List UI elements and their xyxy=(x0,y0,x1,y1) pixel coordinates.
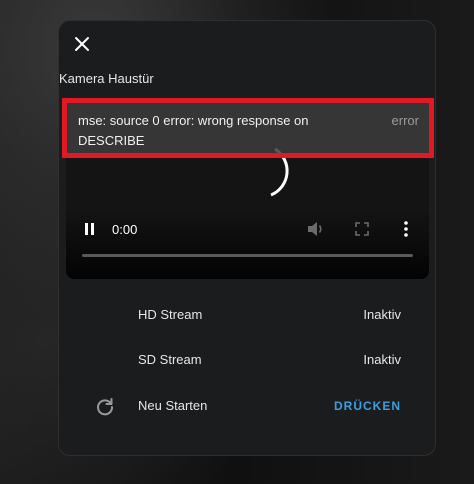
dialog-title: Kamera Haustür xyxy=(59,71,154,86)
more-info-dialog: Kamera Haustür 0:00 mse: source 0 error:… xyxy=(58,20,436,456)
entity-row-sd-stream[interactable]: SD Stream Inaktiv xyxy=(59,346,437,376)
entity-row-restart[interactable]: Neu Starten DRÜCKEN xyxy=(59,392,437,422)
fullscreen-icon xyxy=(355,222,369,236)
pause-icon xyxy=(85,223,94,235)
error-overlay: mse: source 0 error: wrong response on D… xyxy=(62,98,434,158)
entity-label: SD Stream xyxy=(138,352,202,367)
controls-gradient xyxy=(66,209,429,279)
close-icon xyxy=(75,37,89,51)
error-tag: error xyxy=(391,113,419,128)
fullscreen-button[interactable] xyxy=(351,218,373,240)
pause-button[interactable] xyxy=(80,219,100,239)
restart-icon xyxy=(97,398,114,416)
press-button[interactable]: DRÜCKEN xyxy=(334,399,401,413)
progress-bar[interactable] xyxy=(82,254,413,257)
playback-time: 0:00 xyxy=(112,222,138,237)
mute-button[interactable] xyxy=(305,218,327,240)
entity-label: HD Stream xyxy=(138,307,203,322)
entity-label: Neu Starten xyxy=(138,398,208,413)
error-message: mse: source 0 error: wrong response on D… xyxy=(78,113,309,148)
entity-state: Inaktiv xyxy=(363,352,401,367)
more-options-button[interactable] xyxy=(396,218,416,240)
entity-row-hd-stream[interactable]: HD Stream Inaktiv xyxy=(59,301,437,331)
volume-icon xyxy=(308,222,322,236)
close-button[interactable] xyxy=(69,31,95,57)
more-vert-icon xyxy=(404,221,408,237)
entity-state: Inaktiv xyxy=(363,307,401,322)
